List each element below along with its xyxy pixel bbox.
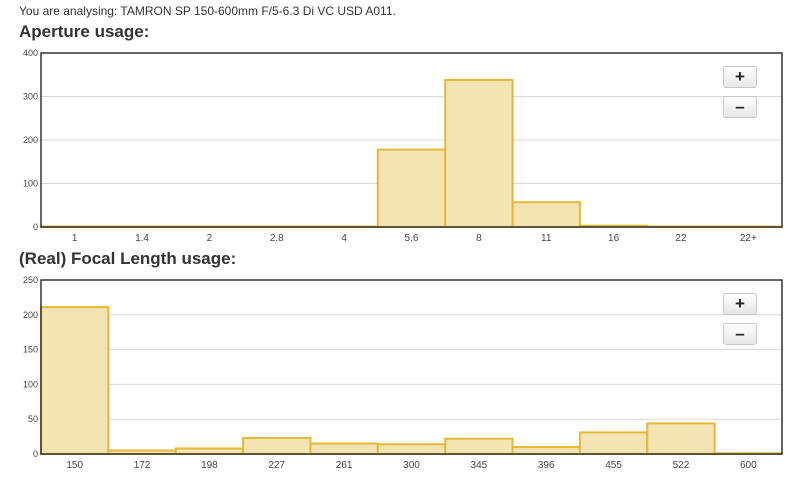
focal-length-x-tick-label: 600 bbox=[740, 460, 757, 471]
focal-length-bar bbox=[646, 422, 716, 456]
aperture-x-tick-label: 22+ bbox=[740, 233, 757, 244]
focal-length-y-tick-label: 150 bbox=[23, 345, 38, 355]
focal-length-x-tick-label: 522 bbox=[673, 460, 690, 471]
aperture-x-tick-label: 2 bbox=[207, 233, 213, 244]
aperture-bar bbox=[376, 148, 447, 228]
focal-length-y-tick-label: 100 bbox=[23, 379, 38, 389]
aperture-x-tick-label: 1.4 bbox=[135, 233, 149, 244]
focal-length-x-tick-label: 198 bbox=[201, 460, 218, 471]
focal-zoom-out-button[interactable]: – bbox=[723, 323, 757, 345]
focal-length-y-tick-label: 200 bbox=[23, 310, 38, 320]
aperture-x-tick-label: 4 bbox=[341, 233, 347, 244]
aperture-chart: 0 100 200 300 400 1 1.4 2 2.8 4 5.6 8 11 16 22 22+ bbox=[0, 45, 805, 250]
focal-length-bar bbox=[174, 447, 245, 456]
aperture-x-tick-label: 22 bbox=[675, 233, 687, 244]
focal-length-x-tick-label: 172 bbox=[134, 460, 151, 471]
focal-length-y-tick-label: 50 bbox=[28, 414, 38, 424]
aperture-zoom-in-button[interactable]: + bbox=[723, 66, 757, 88]
focal-length-bar bbox=[40, 306, 110, 456]
aperture-x-tick-label: 2.8 bbox=[270, 233, 284, 244]
focal-length-bar bbox=[578, 431, 649, 455]
focal-length-bar bbox=[309, 442, 379, 455]
focal-length-bar bbox=[376, 443, 447, 455]
aperture-y-tick-label: 200 bbox=[23, 135, 38, 145]
aperture-y-tick-label: 0 bbox=[33, 222, 38, 232]
analysing-text: You are analysing: TAMRON SP 150-600mm F… bbox=[19, 4, 396, 18]
focal-length-x-tick-label: 261 bbox=[336, 460, 353, 471]
aperture-x-tick-label: 5.6 bbox=[405, 233, 419, 244]
focal-length-bar bbox=[242, 436, 312, 456]
focal-zoom-in-button[interactable]: + bbox=[723, 293, 757, 315]
aperture-bar bbox=[444, 78, 514, 228]
focal-length-x-tick-label: 345 bbox=[471, 460, 488, 471]
focal-length-y-tick-label: 250 bbox=[23, 275, 38, 285]
aperture-x-tick-label: 16 bbox=[608, 233, 620, 244]
focal-length-chart: 0 50 100 150 200 250 150 172 198 227 261 300 345 396 4… bbox=[0, 272, 805, 477]
focal-length-x-tick-label: 455 bbox=[605, 460, 622, 471]
focal-length-x-tick-label: 227 bbox=[268, 460, 285, 471]
aperture-y-tick-label: 400 bbox=[23, 48, 38, 58]
aperture-title: Aperture usage: bbox=[19, 22, 150, 41]
focal-length-x-tick-label: 150 bbox=[66, 460, 83, 471]
aperture-x-tick-label: 8 bbox=[476, 233, 482, 244]
aperture-zoom-out-button[interactable]: – bbox=[723, 96, 757, 118]
focal-length-y-tick-label: 0 bbox=[33, 449, 38, 459]
aperture-y-tick-label: 300 bbox=[23, 92, 38, 102]
focal-length-x-tick-label: 396 bbox=[538, 460, 555, 471]
aperture-y-tick-label: 100 bbox=[23, 179, 38, 189]
aperture-x-tick-label: 1 bbox=[72, 233, 78, 244]
focal-length-title: (Real) Focal Length usage: bbox=[19, 249, 237, 268]
focal-length-bar bbox=[444, 437, 514, 456]
aperture-x-tick-label: 11 bbox=[541, 233, 552, 244]
aperture-bar bbox=[511, 201, 581, 229]
focal-length-bar bbox=[511, 446, 581, 455]
focal-length-x-tick-label: 300 bbox=[403, 460, 420, 471]
